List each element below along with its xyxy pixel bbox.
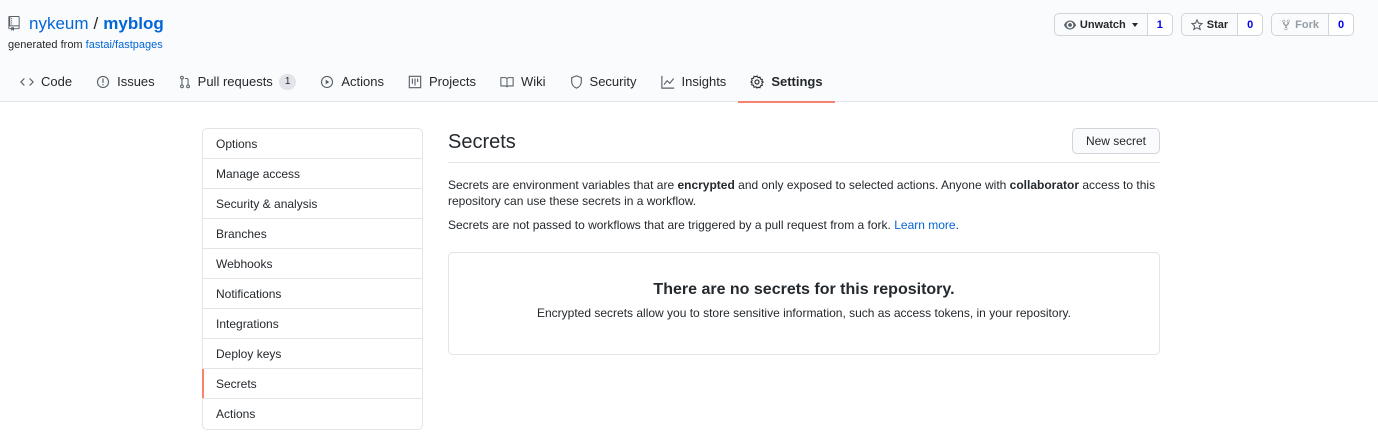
- page-title: Secrets: [448, 131, 516, 153]
- template-repo-link[interactable]: fastai/fastpages: [86, 39, 163, 51]
- fork-button[interactable]: Fork: [1271, 13, 1329, 36]
- settings-sidebar: Options Manage access Security & analysi…: [202, 128, 423, 430]
- empty-state: There are no secrets for this repository…: [448, 252, 1160, 355]
- generated-from-label: generated from: [8, 39, 83, 51]
- repo-icon: [8, 16, 22, 32]
- sidebar-item-manage-access[interactable]: Manage access: [203, 159, 422, 189]
- tab-label: Issues: [117, 74, 155, 89]
- project-icon: [408, 75, 422, 89]
- pull-request-icon: [179, 75, 190, 89]
- sidebar-item-security-analysis[interactable]: Security & analysis: [203, 189, 422, 219]
- tab-label: Wiki: [520, 74, 546, 89]
- tab-label: Insights: [681, 74, 727, 89]
- tab-issues[interactable]: Issues: [84, 64, 167, 102]
- repo-owner-link[interactable]: nykeum: [29, 13, 89, 35]
- desc-text: Secrets are environment variables that a…: [448, 178, 678, 192]
- empty-state-text: Encrypted secrets allow you to store sen…: [536, 306, 1072, 320]
- fork-label: Fork: [1295, 18, 1319, 31]
- repo-title: nykeum / myblog: [8, 13, 164, 35]
- repo-nav-tabs: Code Issues Pull requests 1 Actions Proj…: [8, 64, 835, 103]
- sidebar-item-deploy-keys[interactable]: Deploy keys: [203, 339, 422, 369]
- tab-actions[interactable]: Actions: [308, 64, 396, 102]
- tab-security[interactable]: Security: [558, 64, 649, 102]
- sidebar-item-notifications[interactable]: Notifications: [203, 279, 422, 309]
- path-separator: /: [93, 14, 99, 33]
- gear-icon: [750, 75, 765, 89]
- tab-label: Pull requests: [197, 74, 273, 89]
- watchers-count[interactable]: 1: [1147, 13, 1173, 36]
- sidebar-item-branches[interactable]: Branches: [203, 219, 422, 249]
- star-label: Star: [1206, 18, 1229, 31]
- desc-text: and only exposed to selected actions. An…: [734, 178, 1010, 192]
- tab-pull-requests[interactable]: Pull requests 1: [167, 64, 309, 102]
- unwatch-label: Unwatch: [1079, 18, 1126, 31]
- star-button[interactable]: Star: [1180, 13, 1239, 36]
- forks-count[interactable]: 0: [1329, 13, 1354, 36]
- new-secret-button[interactable]: New secret: [1071, 128, 1160, 154]
- eye-icon: [1063, 20, 1076, 29]
- fork-group: Fork 0: [1271, 13, 1354, 36]
- tab-code[interactable]: Code: [8, 64, 84, 102]
- sidebar-item-options[interactable]: Options: [203, 129, 422, 159]
- tab-projects[interactable]: Projects: [396, 64, 488, 102]
- tab-label: Security: [589, 74, 637, 89]
- tab-insights[interactable]: Insights: [649, 64, 739, 102]
- tab-wiki[interactable]: Wiki: [488, 64, 558, 102]
- tab-label: Actions: [341, 74, 385, 89]
- repo-name-link[interactable]: myblog: [103, 13, 163, 35]
- play-icon: [321, 75, 334, 89]
- desc-bold-collaborator: collaborator: [1009, 178, 1080, 192]
- fork-icon: [1282, 19, 1290, 30]
- pull-requests-counter: 1: [278, 74, 297, 90]
- tab-label: Code: [41, 74, 73, 89]
- repo-header: nykeum / myblog generated from fastai/fa…: [0, 0, 1378, 103]
- unwatch-button[interactable]: Unwatch: [1053, 13, 1148, 36]
- sidebar-item-secrets[interactable]: Secrets: [202, 369, 422, 399]
- issue-icon: [96, 75, 110, 89]
- repo-actions: Unwatch 1 Star 0 Fork 0: [1046, 13, 1354, 36]
- sidebar-item-webhooks[interactable]: Webhooks: [203, 249, 422, 279]
- watch-group: Unwatch 1: [1053, 13, 1173, 36]
- secrets-description: Secrets are environment variables that a…: [448, 177, 1160, 209]
- chevron-down-icon: [1131, 22, 1138, 27]
- fork-notice-text: Secrets are not passed to workflows that…: [448, 218, 895, 232]
- subhead: Secrets New secret: [448, 128, 1160, 163]
- sidebar-item-integrations[interactable]: Integrations: [203, 309, 422, 339]
- shield-icon: [570, 75, 582, 89]
- tab-settings[interactable]: Settings: [738, 64, 835, 103]
- generated-from: generated from fastai/fastpages: [8, 38, 163, 52]
- empty-state-heading: There are no secrets for this repository…: [653, 281, 955, 298]
- book-icon: [500, 77, 514, 88]
- tab-label: Projects: [429, 74, 476, 89]
- code-icon: [20, 78, 34, 86]
- star-icon: [1190, 18, 1203, 31]
- sidebar-item-actions[interactable]: Actions: [203, 399, 422, 429]
- fork-notice-end: .: [955, 218, 959, 232]
- stargazers-count[interactable]: 0: [1238, 13, 1264, 36]
- tab-label: Settings: [771, 74, 823, 89]
- learn-more-link[interactable]: Learn more: [894, 218, 955, 232]
- fork-notice: Secrets are not passed to workflows that…: [448, 217, 1160, 233]
- star-group: Star 0: [1180, 13, 1264, 36]
- graph-icon: [660, 75, 674, 89]
- secrets-panel: Secrets New secret Secrets are environme…: [448, 128, 1160, 355]
- desc-bold-encrypted: encrypted: [677, 178, 735, 192]
